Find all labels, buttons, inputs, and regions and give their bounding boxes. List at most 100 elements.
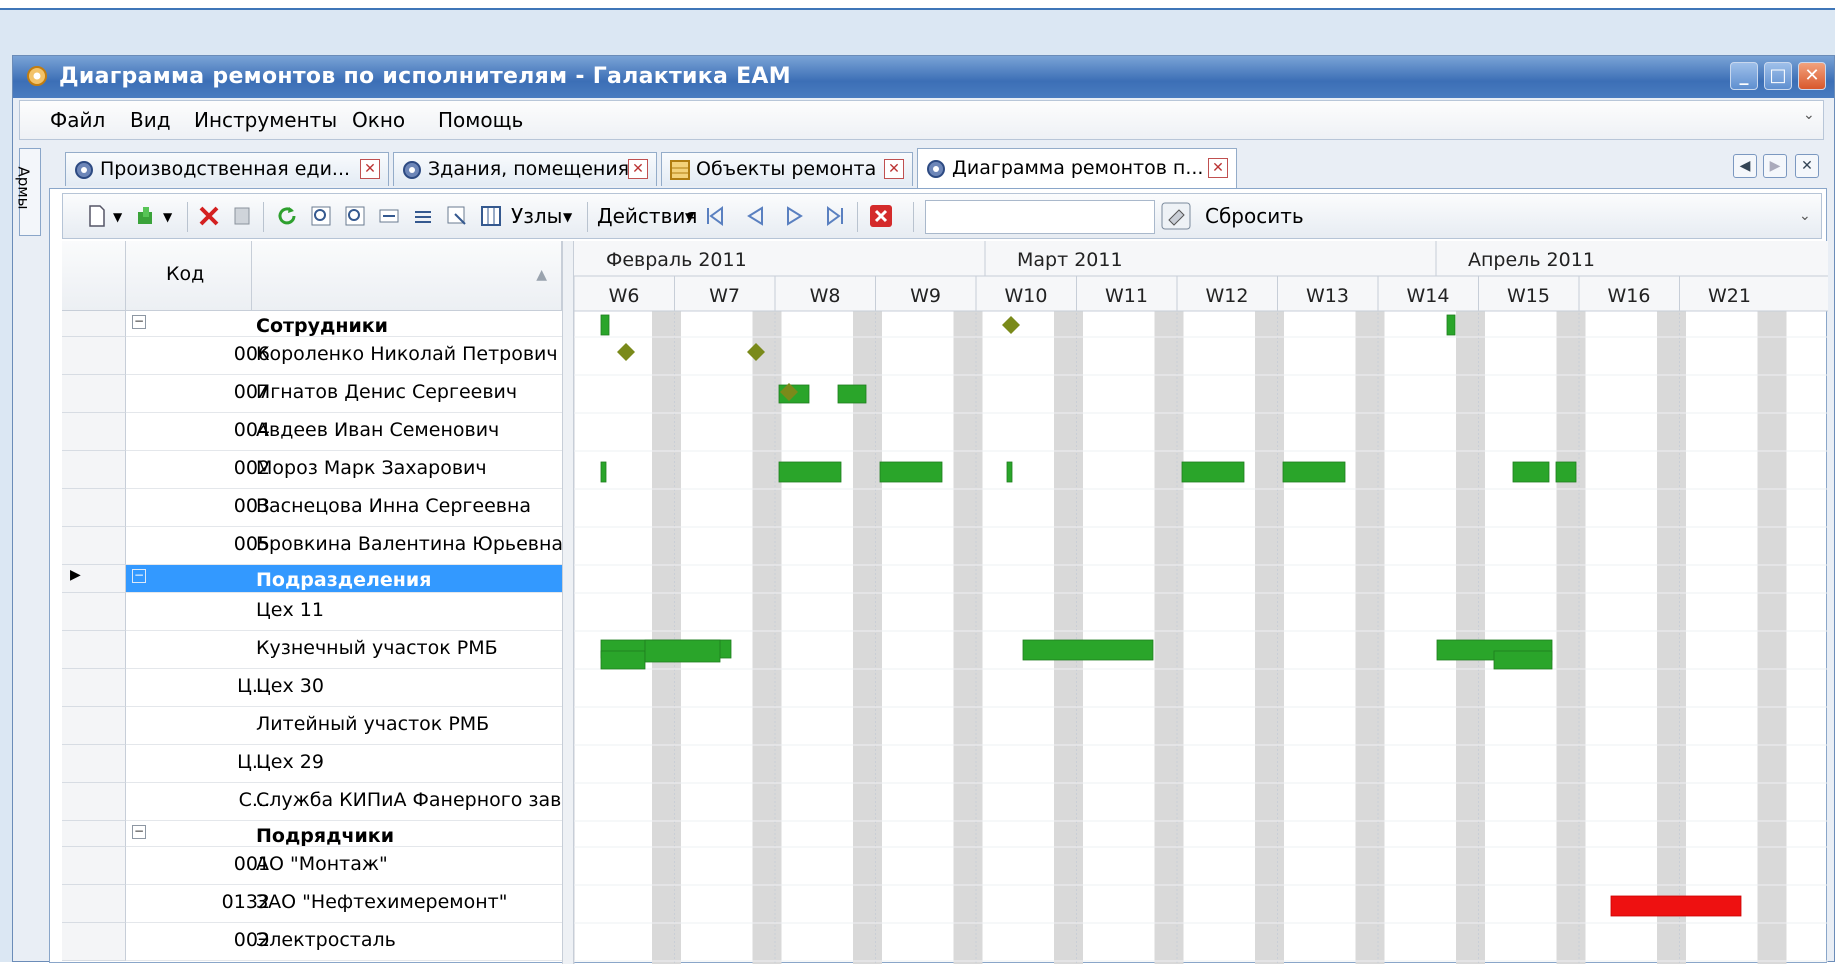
add-green-icon[interactable] [135,204,159,228]
group-row[interactable]: − Сотрудники [126,311,562,337]
last-icon[interactable] [823,204,847,228]
row-selector[interactable] [62,311,126,337]
reset-button[interactable]: Сбросить [1205,204,1304,228]
column-header-code[interactable]: Код [126,241,252,311]
task-bar[interactable] [644,639,721,663]
menu-window[interactable]: Окно [352,108,405,132]
table-row[interactable]: Кузнечный участок РМБ [126,631,562,669]
table-row[interactable]: 003 Васнецова Инна Сергеевна [126,489,562,527]
row-selector[interactable] [62,593,126,631]
close-button[interactable]: ✕ [1798,62,1826,90]
task-bar[interactable] [1512,461,1550,483]
close-icon[interactable]: ✕ [360,159,380,179]
table-row[interactable]: 002 Электросталь [126,923,562,961]
task-bar[interactable] [600,650,646,670]
row-selector[interactable] [62,489,126,527]
row-selector[interactable] [62,783,126,821]
tab-repair-objects[interactable]: Объекты ремонта ✕ [661,152,913,186]
chevron-down-icon[interactable]: ⌄ [1799,208,1811,224]
copy-icon[interactable] [231,204,255,228]
maximize-button[interactable]: □ [1764,62,1792,90]
refresh-icon[interactable] [275,204,299,228]
row-selector[interactable] [62,631,126,669]
chevron-down-icon[interactable]: ▼ [163,210,172,224]
table-row[interactable]: Цех 11 [126,593,562,631]
row-selector[interactable] [62,707,126,745]
close-icon[interactable]: ✕ [628,159,648,179]
group-row[interactable]: − Подрядчики [126,821,562,847]
row-selector[interactable] [62,451,126,489]
fit-width-icon[interactable] [377,204,401,228]
close-icon[interactable]: ✕ [1208,158,1228,178]
eraser-icon[interactable] [1161,202,1191,230]
row-selector[interactable] [62,885,126,923]
title-bar[interactable]: Диаграмма ремонтов по исполнителям - Гал… [13,56,1834,98]
gantt-chart[interactable]: Февраль 2011 Март 2011 Апрель 2011 W6 W7 W8 W9… [574,241,1828,964]
table-row[interactable]: 0132 ЗАО "Нефтехимеремонт" [126,885,562,923]
close-all-tabs-icon[interactable]: ✕ [1795,154,1819,178]
task-bar[interactable] [600,314,610,336]
levels-icon[interactable] [411,204,435,228]
row-selector[interactable] [62,413,126,451]
menu-help[interactable]: Помощь [438,108,523,132]
task-bar[interactable] [879,461,943,483]
grid-splitter[interactable] [562,241,574,964]
chevron-down-icon[interactable]: ▼ [563,210,572,224]
gantt-canvas[interactable]: Февраль 2011 Март 2011 Апрель 2011 W6 W7 W8 W9… [574,241,1828,964]
column-header-name[interactable]: ▲ [252,241,562,311]
row-selector[interactable] [62,375,126,413]
chevron-down-icon[interactable]: ▼ [113,210,122,224]
minimize-button[interactable]: _ [1730,62,1758,90]
table-row[interactable]: 005 Бровкина Валентина Юрьевна [126,527,562,565]
first-icon[interactable] [703,204,727,228]
task-bar[interactable] [600,461,607,483]
row-selector[interactable] [62,745,126,783]
tab-production-unit[interactable]: Производственная еди... ✕ [65,152,389,186]
row-selector[interactable] [62,847,126,885]
chevron-down-icon[interactable]: ⌄ [1803,107,1821,133]
row-selector[interactable] [62,923,126,961]
menu-file[interactable]: Файл [50,108,105,132]
zoom-in-icon[interactable] [309,204,333,228]
row-selector[interactable] [62,337,126,375]
menu-tools[interactable]: Инструменты [194,108,337,132]
task-bar[interactable] [1446,314,1456,336]
task-bar[interactable] [1006,461,1013,483]
filter-input[interactable] [925,200,1155,234]
overdue-task-bar[interactable] [1610,895,1742,917]
collapse-icon[interactable]: − [132,569,146,583]
table-row[interactable]: 002 Мороз Марк Захарович [126,451,562,489]
milestone-marker[interactable] [1002,316,1020,334]
row-selector[interactable] [62,669,126,707]
row-selector[interactable] [62,821,126,847]
table-row[interactable]: Ц... Цех 29 [126,745,562,783]
goto-icon[interactable] [445,204,469,228]
nodes-menu[interactable]: Узлы [511,204,562,228]
task-bar[interactable] [1493,650,1553,670]
tab-buildings[interactable]: Здания, помещения ✕ [393,152,657,186]
task-bar[interactable] [1181,461,1245,483]
actions-menu[interactable]: Действия [597,204,697,228]
table-row[interactable]: 007 Игнатов Денис Сергеевич [126,375,562,413]
new-document-icon[interactable] [85,204,109,228]
tab-scroll-right-icon[interactable]: ▶ [1763,154,1787,178]
table-row[interactable]: С...Служба КИПиА Фанерного завода [126,783,562,821]
previous-icon[interactable] [743,204,767,228]
task-bar[interactable] [1555,461,1577,483]
table-row[interactable]: 006 Короленко Николай Петрович [126,337,562,375]
row-selector[interactable] [62,527,126,565]
close-red-icon[interactable] [869,204,893,228]
close-icon[interactable]: ✕ [884,159,904,179]
table-row[interactable]: Литейный участок РМБ [126,707,562,745]
task-bar[interactable] [1282,461,1346,483]
collapse-icon[interactable]: − [132,825,146,839]
tab-repair-diagram[interactable]: Диаграмма ремонтов п... ✕ [917,148,1237,188]
collapse-icon[interactable]: − [132,315,146,329]
delete-icon[interactable] [197,204,221,228]
milestone-marker[interactable] [617,343,635,361]
table-row[interactable]: 004 Авдеев Иван Семенович [126,413,562,451]
columns-icon[interactable] [479,204,503,228]
task-bar[interactable] [1022,639,1154,661]
chevron-down-icon[interactable]: ▼ [685,210,694,224]
tab-scroll-left-icon[interactable]: ◀ [1733,154,1757,178]
